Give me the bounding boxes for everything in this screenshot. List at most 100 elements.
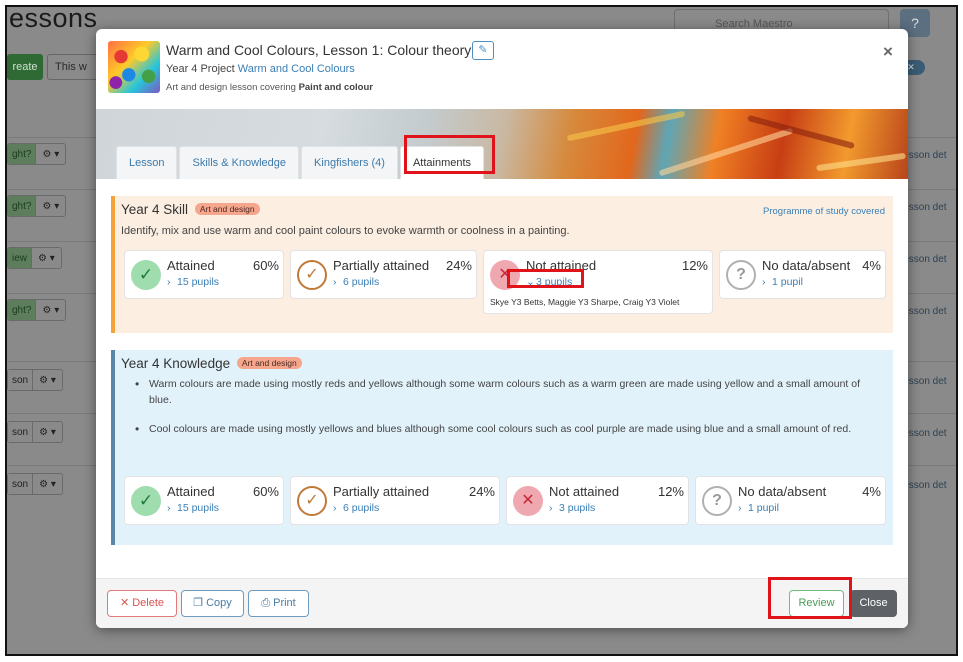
no-data-pupils-toggle[interactable]: › 1 pupil — [738, 502, 779, 514]
print-button[interactable]: ⎙ Print — [248, 590, 309, 617]
partially-attained-pupils-toggle[interactable]: › 6 pupils — [333, 276, 379, 288]
not-attained-pupils-count[interactable]: 3 pupils — [536, 276, 572, 288]
close-button[interactable]: Close — [850, 590, 897, 617]
no-data-pupils-count[interactable]: 1 pupil — [772, 276, 803, 288]
row-action-pill[interactable]: iew ⚙ ▾ — [7, 247, 62, 269]
no-data-pupils-count[interactable]: 1 pupil — [748, 502, 779, 514]
tab-attainments[interactable]: Attainments — [399, 146, 485, 179]
modal-description: Art and design lesson covering Paint and… — [166, 82, 373, 93]
gear-icon[interactable]: ⚙ ▾ — [36, 305, 65, 316]
attained-pupils-count[interactable]: 15 pupils — [177, 276, 219, 288]
partially-attained-pupils-toggle[interactable]: › 6 pupils — [333, 502, 379, 514]
skill-description: Identify, mix and use warm and cool pain… — [121, 225, 570, 237]
partially-attained-pupils-count[interactable]: 6 pupils — [343, 276, 379, 288]
partially-attained-percent: 24% — [468, 484, 495, 499]
chevron-right-icon: › — [333, 276, 337, 288]
row-action-pill[interactable]: ght? ⚙ ▾ — [7, 299, 67, 321]
project-link[interactable]: Warm and Cool Colours — [238, 63, 355, 75]
subject-tag: Art and design — [194, 203, 260, 215]
row-action-pill[interactable]: son ⚙ ▾ — [7, 473, 63, 495]
question-icon: ? — [726, 260, 756, 290]
gear-icon[interactable]: ⚙ ▾ — [33, 375, 62, 386]
copy-button[interactable]: ❐ Copy — [181, 590, 244, 617]
cross-icon: ✕ — [513, 486, 543, 516]
row-action-pill[interactable]: son ⚙ ▾ — [7, 369, 63, 391]
tab-lesson[interactable]: Lesson — [116, 146, 178, 179]
no-data-card: ? No data/absent 4% › 1 pupil — [719, 250, 886, 299]
close-icon[interactable]: × — [883, 42, 893, 62]
attained-pupils-toggle[interactable]: › 15 pupils — [167, 276, 219, 288]
row-action-pill[interactable]: son ⚙ ▾ — [7, 421, 63, 443]
gear-icon[interactable]: ⚙ ▾ — [33, 479, 62, 490]
attained-pupils-count[interactable]: 15 pupils — [177, 502, 219, 514]
no-data-percent: 4% — [862, 258, 881, 273]
chevron-right-icon: › — [549, 502, 553, 514]
row-action-label[interactable]: iew — [8, 248, 33, 268]
chevron-right-icon: › — [333, 502, 337, 514]
row-action-pill[interactable]: ght? ⚙ ▾ — [7, 195, 67, 217]
not-attained-pupils-toggle[interactable]: › 3 pupils — [549, 502, 595, 514]
tab-kingfishers[interactable]: Kingfishers (4) — [301, 146, 398, 179]
gear-icon[interactable]: ⚙ ▾ — [33, 427, 62, 438]
attained-pupils-toggle[interactable]: › 15 pupils — [167, 502, 219, 514]
row-action-label[interactable]: ght? — [8, 144, 37, 164]
not-attained-percent: 12% — [681, 258, 708, 273]
create-button[interactable]: reate — [7, 54, 43, 80]
row-action-label[interactable]: son — [8, 474, 34, 494]
modal-tabs: Lesson Skills & Knowledge Kingfishers (4… — [116, 146, 486, 179]
delete-button[interactable]: ✕ Delete — [107, 590, 177, 617]
edit-icon[interactable]: ✎ — [472, 41, 494, 60]
knowledge-section: Year 4 Knowledge Art and design Warm col… — [111, 350, 893, 545]
knowledge-heading: Year 4 Knowledge — [121, 356, 231, 371]
modal-title: Warm and Cool Colours, Lesson 1: Colour … — [166, 42, 472, 58]
partially-attained-card: ✓ Partially attained 24% › 6 pupils — [290, 476, 500, 525]
chevron-right-icon: › — [167, 276, 171, 288]
lesson-thumbnail — [108, 41, 160, 93]
partially-attained-pupils-count[interactable]: 6 pupils — [343, 502, 379, 514]
row-action-label[interactable]: son — [8, 370, 34, 390]
attained-percent: 60% — [252, 258, 279, 273]
skill-title: Year 4 Skill Art and design — [121, 202, 260, 217]
modal-subtitle: Year 4 Project Warm and Cool Colours — [166, 63, 355, 75]
modal-header: Warm and Cool Colours, Lesson 1: Colour … — [96, 29, 908, 109]
not-attained-pupils-count[interactable]: 3 pupils — [559, 502, 595, 514]
row-action-label[interactable]: ght? — [8, 300, 37, 320]
not-attained-card: ✕ Not attained 12% ⌄3 pupils Skye Y3 Bet… — [483, 250, 713, 314]
attained-label: Attained — [167, 484, 215, 499]
no-data-label: No data/absent — [762, 258, 851, 273]
skill-section: Year 4 Skill Art and design Programme of… — [111, 196, 893, 333]
no-data-percent: 4% — [862, 484, 881, 499]
not-attained-pupils-toggle[interactable]: ⌄3 pupils — [526, 276, 572, 288]
chevron-right-icon: › — [762, 276, 766, 288]
row-action-pill[interactable]: ght? ⚙ ▾ — [7, 143, 67, 165]
gear-icon[interactable]: ⚙ ▾ — [32, 253, 61, 264]
no-data-card: ? No data/absent 4% › 1 pupil — [695, 476, 886, 525]
partially-attained-card: ✓ Partially attained 24% › 6 pupils — [290, 250, 477, 299]
description-bold: Paint and colour — [298, 82, 373, 93]
row-action-label[interactable]: son — [8, 422, 34, 442]
check-circle-icon: ✓ — [297, 260, 327, 290]
modal-footer: ✕ Delete ❐ Copy ⎙ Print Review Close — [96, 578, 908, 628]
gear-icon[interactable]: ⚙ ▾ — [36, 149, 65, 160]
project-year-label: Year 4 Project — [166, 63, 235, 75]
partially-attained-label: Partially attained — [333, 258, 430, 273]
check-icon: ✓ — [131, 260, 161, 290]
row-action-label[interactable]: ght? — [8, 196, 37, 216]
programme-of-study-link[interactable]: Programme of study covered — [763, 206, 885, 217]
gear-icon[interactable]: ⚙ ▾ — [36, 201, 65, 212]
attained-percent: 60% — [252, 484, 279, 499]
screenshot-frame: essons Search Maestro ? reate This w ✕ g… — [5, 5, 958, 656]
knowledge-bullet: Warm colours are made using mostly reds … — [135, 376, 885, 408]
cross-icon: ✕ — [490, 260, 520, 290]
review-button[interactable]: Review — [789, 590, 844, 617]
not-attained-pupil-names: Skye Y3 Betts, Maggie Y3 Sharpe, Craig Y… — [490, 297, 680, 307]
partially-attained-label: Partially attained — [333, 484, 430, 499]
no-data-pupils-toggle[interactable]: › 1 pupil — [762, 276, 803, 288]
knowledge-title: Year 4 Knowledge Art and design — [121, 356, 302, 371]
chevron-right-icon: › — [167, 502, 171, 514]
description-text: Art and design lesson covering — [166, 82, 296, 93]
question-icon: ? — [702, 486, 732, 516]
page-title: essons — [9, 5, 98, 33]
tab-skills-knowledge[interactable]: Skills & Knowledge — [179, 146, 300, 179]
no-data-label: No data/absent — [738, 484, 827, 499]
